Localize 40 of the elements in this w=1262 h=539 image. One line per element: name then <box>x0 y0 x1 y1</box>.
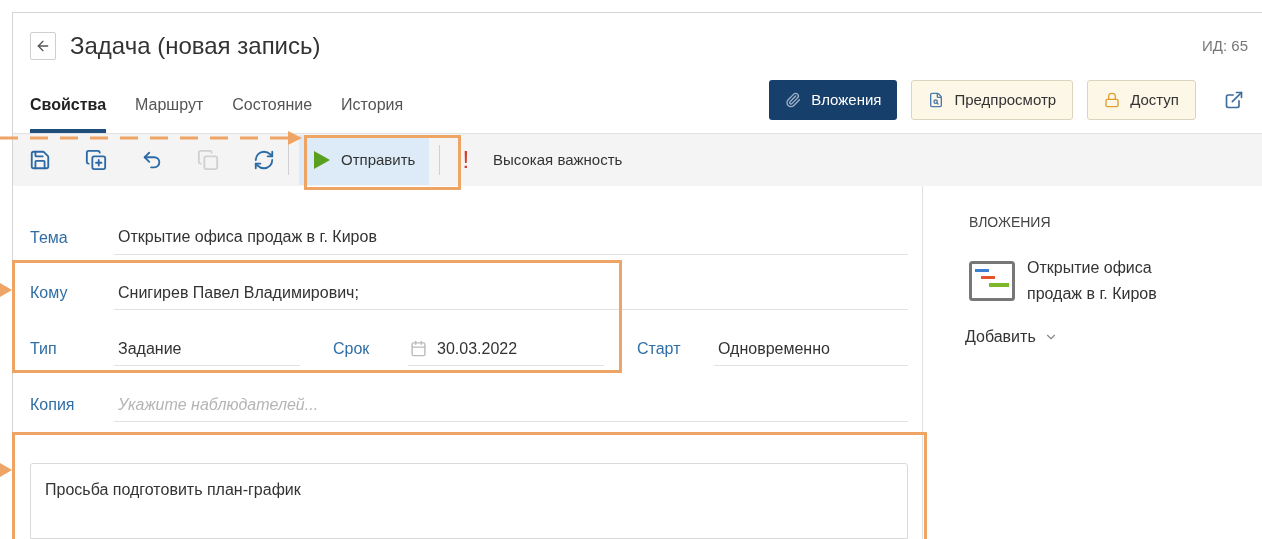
refresh-icon[interactable] <box>252 148 276 172</box>
arrow-head <box>0 463 12 477</box>
attachments-heading: ВЛОЖЕНИЯ <box>968 213 1052 232</box>
lock-icon <box>1104 92 1121 108</box>
add-dropdown[interactable]: Добавить <box>965 325 1058 349</box>
field-label: Кому <box>30 283 69 303</box>
tab[interactable]: Маршрут <box>135 93 204 133</box>
field-label: Тема <box>30 227 69 248</box>
subject-field[interactable]: Открытие офиса продаж в г. Киров <box>114 220 908 255</box>
observers-field[interactable]: Укажите наблюдателей... <box>114 388 908 422</box>
action-button[interactable]: Вложения <box>769 80 898 120</box>
action-button[interactable]: Доступ <box>1087 80 1196 120</box>
field-label: Копия <box>30 395 76 415</box>
open-external-icon[interactable] <box>1224 90 1244 110</box>
send-button[interactable]: Отправить <box>299 135 430 185</box>
gantt-file-icon[interactable] <box>969 261 1015 301</box>
type-field[interactable]: Задание <box>114 332 300 366</box>
field-label: Тип <box>30 339 58 359</box>
recipient-field[interactable]: Снигирев Павел Владимирович; <box>114 276 908 310</box>
save-as-icon[interactable] <box>84 148 108 172</box>
tab[interactable]: История <box>341 93 404 133</box>
record-id: ИД: 65 <box>1202 35 1248 56</box>
importance-mark[interactable]: ! <box>462 142 470 178</box>
document-search-icon <box>928 92 945 108</box>
tab[interactable]: Состояние <box>232 93 313 133</box>
save-icon[interactable] <box>28 148 52 172</box>
play-icon <box>313 150 331 170</box>
date-field[interactable]: 30.03.2022 <box>408 332 604 366</box>
calendar-icon <box>410 340 427 357</box>
action-button[interactable]: Предпросмотр <box>911 80 1074 120</box>
message-area[interactable]: Просьба подготовить план-график <box>30 463 908 539</box>
importance-label[interactable]: Высокая важность <box>493 148 623 172</box>
start-field[interactable]: Одновременно <box>714 332 908 366</box>
field-label: Старт <box>637 339 682 359</box>
arrow-head <box>0 283 12 297</box>
window-title: Задача (новая запись) <box>70 31 321 61</box>
paperclip-icon <box>785 92 802 108</box>
field-label: Срок <box>333 339 371 359</box>
back-button[interactable] <box>30 32 56 60</box>
attachment-link[interactable]: Открытие офиса продаж в г. Киров <box>1027 255 1207 307</box>
